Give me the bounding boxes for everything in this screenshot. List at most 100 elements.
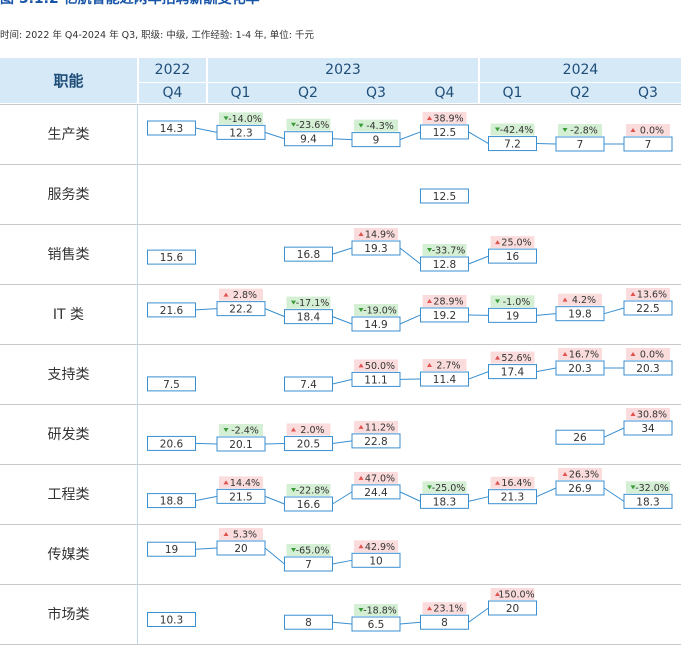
salary-value: 7: [305, 559, 312, 571]
salary-value: 22.2: [229, 304, 252, 316]
change-percent: 52.6%: [501, 353, 531, 364]
trend-connector: [399, 491, 421, 502]
trend-connector: [603, 307, 625, 315]
change-percent: 0.0%: [640, 126, 664, 137]
trend-connector: [399, 314, 421, 325]
salary-value: 22.8: [364, 436, 387, 448]
trend-connector: [536, 367, 557, 373]
salary-value: 12.8: [433, 259, 456, 271]
salary-value: 11.4: [433, 374, 457, 386]
trend-connector: [195, 495, 218, 502]
change-percent: 14.4%: [230, 478, 260, 489]
change-percent: 150.0%: [498, 590, 534, 601]
salary-value: 10.3: [160, 614, 183, 626]
salary-value: 7: [645, 139, 652, 151]
change-percent: -18.8%: [363, 606, 397, 617]
trend-connector: [332, 559, 353, 565]
change-percent: -33.7%: [432, 246, 466, 257]
salary-value: 9: [373, 135, 380, 147]
change-percent: -4.3%: [366, 121, 394, 132]
salary-value: 16.8: [297, 249, 320, 261]
change-percent: 25.0%: [501, 238, 531, 249]
salary-value: 22.5: [636, 303, 659, 315]
change-percent: -19.0%: [363, 306, 397, 317]
trend-connector: [468, 131, 489, 144]
salary-value: 19.2: [433, 310, 456, 322]
trend-connector: [603, 487, 625, 502]
change-percent: 5.3%: [233, 530, 257, 541]
trend-connector: [468, 496, 489, 502]
salary-value: 17.4: [501, 367, 525, 379]
salary-value: 12.3: [229, 127, 252, 139]
change-percent: 2.0%: [300, 425, 324, 436]
change-percent: -2.8%: [570, 126, 598, 137]
change-percent: -25.0%: [432, 483, 466, 494]
trend-connector: [332, 138, 353, 141]
change-percent: -32.0%: [635, 483, 669, 494]
trend-connector: [195, 308, 218, 311]
trend-connector: [332, 378, 353, 385]
salary-value: 8: [441, 617, 448, 629]
trend-connector: [264, 131, 285, 140]
salary-chart: 14.3 12.3 -14.0% 9.4 -23.6% 9 -4.3% 12.5 38.9% 7.…: [147, 111, 673, 632]
change-percent: -2.4%: [231, 426, 259, 437]
trend-connector: [468, 371, 489, 380]
trend-connector: [603, 427, 625, 438]
salary-value: 14.3: [160, 123, 183, 135]
trend-connector: [195, 127, 218, 133]
change-percent: 13.6%: [637, 290, 667, 301]
salary-value: 7.2: [504, 139, 521, 151]
change-percent: 11.2%: [365, 422, 395, 433]
change-percent: -65.0%: [296, 546, 330, 557]
trend-connector: [399, 621, 421, 625]
trend-connector: [195, 547, 218, 550]
salary-value: 34: [641, 423, 655, 435]
salary-value: 19.3: [364, 243, 387, 255]
change-percent: -22.8%: [296, 486, 330, 497]
salary-value: 10: [369, 555, 382, 567]
salary-value: 20.5: [297, 439, 320, 451]
salary-value: 18.3: [636, 496, 659, 508]
salary-value: 20: [506, 603, 519, 615]
trend-connector: [536, 487, 557, 498]
trend-connector: [332, 247, 353, 255]
salary-value: 12.5: [433, 191, 456, 203]
salary-value: 26.9: [568, 483, 591, 495]
salary-value: 20.1: [229, 439, 252, 451]
salary-value: 12.5: [433, 127, 456, 139]
change-percent: 38.9%: [433, 113, 463, 124]
salary-value: 26: [573, 432, 587, 444]
trend-connector: [399, 131, 421, 141]
change-percent: 50.0%: [365, 361, 395, 372]
salary-value: 20.3: [568, 363, 591, 375]
salary-value: 14.9: [364, 319, 387, 331]
salary-value: 20.3: [636, 363, 659, 375]
salary-value: 19: [506, 310, 519, 322]
change-percent: 2.7%: [436, 361, 460, 372]
trend-connector: [468, 607, 489, 623]
salary-value: 21.5: [229, 491, 252, 503]
salary-value: 19: [165, 544, 178, 556]
trend-connector: [332, 621, 353, 625]
change-percent: 42.9%: [365, 542, 395, 553]
salary-value: 11.1: [364, 374, 387, 386]
salary-value: 6.5: [368, 619, 385, 631]
trend-connector: [468, 255, 489, 265]
salary-value: 20.6: [160, 438, 184, 450]
change-percent: 28.9%: [433, 296, 463, 307]
trend-connector: [264, 547, 285, 565]
change-percent: 2.8%: [233, 290, 257, 301]
salary-value: 15.6: [160, 252, 184, 264]
change-percent: 16.7%: [569, 350, 599, 361]
change-percent: 4.2%: [572, 295, 596, 306]
change-percent: -42.4%: [500, 125, 534, 136]
change-percent: -1.0%: [503, 297, 531, 308]
salary-value: 19.8: [568, 309, 591, 321]
change-percent: 23.1%: [433, 604, 463, 615]
change-percent: -23.6%: [296, 120, 330, 131]
salary-value: 24.4: [364, 487, 388, 499]
change-percent: 16.4%: [501, 478, 531, 489]
salary-value: 18.3: [433, 496, 456, 508]
salary-value: 7: [577, 139, 584, 151]
salary-value: 18.4: [297, 312, 321, 324]
